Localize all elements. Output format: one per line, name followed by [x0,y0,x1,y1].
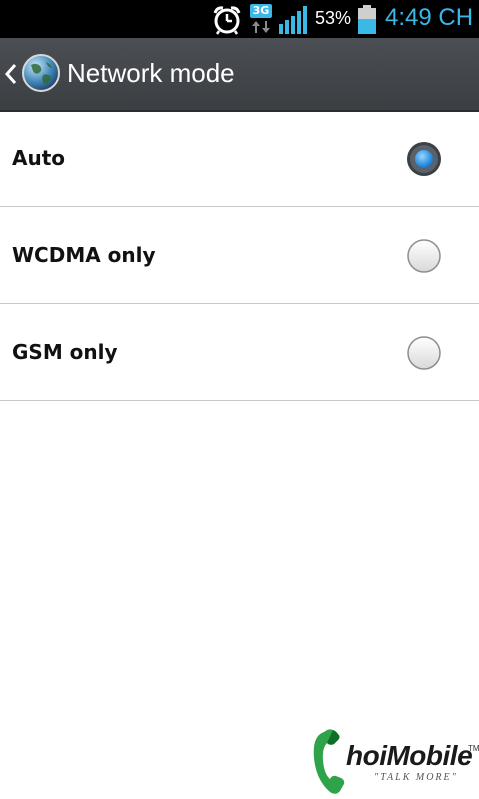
radio-selected[interactable] [406,141,442,177]
option-auto[interactable]: Auto [0,110,479,207]
network-type-badge: 3G [250,4,272,18]
clock: 4:49 CH [385,4,474,31]
globe-icon[interactable] [21,53,61,93]
status-bar: 3G 53% 4:49 CH [0,0,479,38]
signal-icon [279,6,307,34]
3g-data-icon: 3G [250,4,274,34]
alarm-icon [213,6,241,35]
network-mode-list: Auto WCDMA only GSM only [0,110,479,401]
watermark-logo: hoiMobile TM "TALK MORE" [310,728,479,798]
action-bar: Network mode [0,38,479,112]
battery-icon [358,5,376,34]
option-label: Auto [12,146,66,170]
option-wcdma-only[interactable]: WCDMA only [0,207,479,304]
data-activity-arrows-icon [252,21,270,33]
option-label: GSM only [12,340,118,364]
radio-unselected[interactable] [406,238,442,274]
watermark-tm: TM [468,744,479,753]
page-title: Network mode [67,58,235,88]
option-label: WCDMA only [12,243,156,267]
battery-percent: 53% [315,8,352,28]
radio-unselected[interactable] [406,335,442,371]
option-gsm-only[interactable]: GSM only [0,304,479,401]
watermark-tagline: "TALK MORE" [374,772,458,783]
back-chevron-icon[interactable] [4,63,18,85]
watermark-brand: hoiMobile [346,740,473,771]
